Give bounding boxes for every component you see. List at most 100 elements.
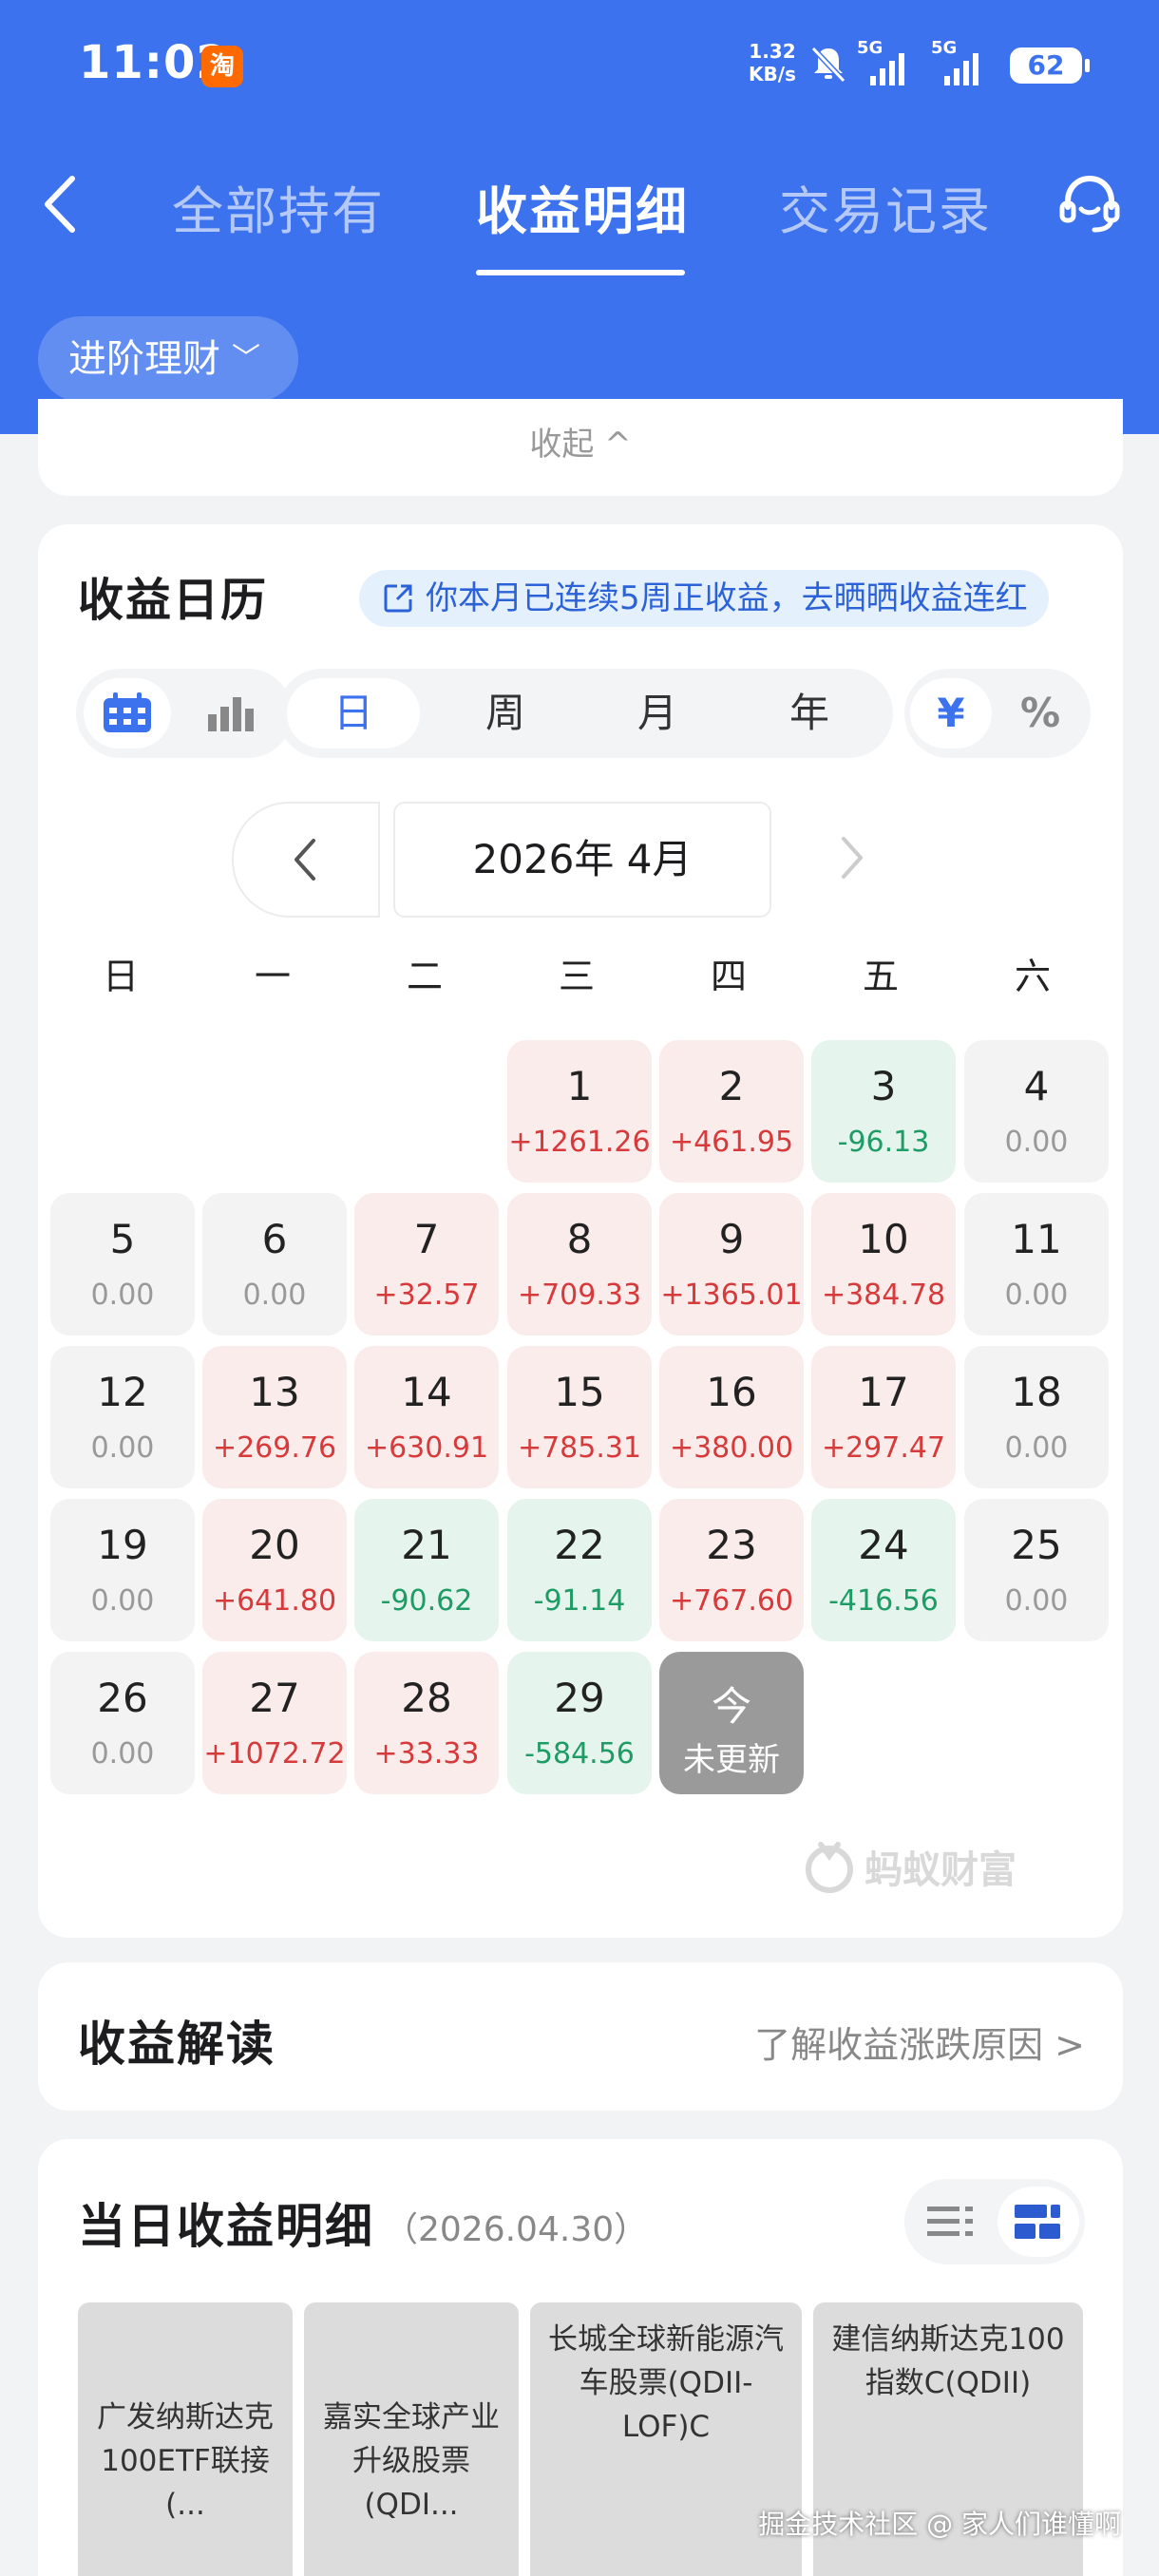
calendar-day[interactable]: 4 0.00 [964, 1040, 1109, 1183]
weekday-header: 二 [406, 956, 443, 997]
day-earnings: +641.80 [212, 1584, 337, 1618]
chevron-left-icon [294, 839, 315, 881]
app-header: 11:02 淘 1.32 KB/s 5G 5G 62 全部持有 收益明细 交易记… [0, 0, 1159, 434]
day-number: 21 [401, 1522, 452, 1568]
calendar-day[interactable]: 11 0.00 [964, 1193, 1109, 1335]
next-month-button[interactable] [804, 802, 889, 918]
calendar-day[interactable]: 15 +785.31 [507, 1346, 652, 1488]
calendar-day-today[interactable]: 今未更新 [659, 1652, 804, 1794]
prev-month-button[interactable] [232, 802, 380, 918]
day-number: 23 [706, 1522, 757, 1568]
calendar-day[interactable]: 10 +384.78 [811, 1193, 956, 1335]
day-number: 13 [249, 1369, 300, 1415]
day-number: 22 [554, 1522, 605, 1568]
bar-chart-icon [208, 697, 254, 731]
tab-earnings-detail[interactable]: 收益明细 [476, 169, 689, 244]
list-layout-button[interactable] [910, 2187, 992, 2257]
back-arrow-icon[interactable] [38, 171, 86, 237]
period-day[interactable]: 日 [287, 678, 420, 748]
calendar-day[interactable]: 17 +297.47 [811, 1346, 956, 1488]
product-selector[interactable]: 进阶理财 ﹀ [38, 316, 298, 402]
tab-all-holdings[interactable]: 全部持有 [172, 169, 385, 244]
calendar-day[interactable]: 25 0.00 [964, 1499, 1109, 1641]
period-year[interactable]: 年 [743, 678, 876, 748]
interpretation-link[interactable]: 了解收益涨跌原因 > [754, 2016, 1085, 2068]
calendar-day[interactable]: 3 -96.13 [811, 1040, 956, 1183]
day-number: 25 [1011, 1522, 1062, 1568]
calendar-day[interactable]: 26 0.00 [50, 1652, 195, 1794]
tile-grid-icon [1015, 2205, 1060, 2239]
period-week[interactable]: 周 [439, 678, 572, 748]
day-earnings: +1261.26 [508, 1126, 651, 1159]
calendar-day[interactable]: 13 +269.76 [202, 1346, 347, 1488]
detail-title: 当日收益明细 [78, 2199, 374, 2254]
calendar-day[interactable]: 22 -91.14 [507, 1499, 652, 1641]
calendar-day[interactable]: 2 +461.95 [659, 1040, 804, 1183]
day-number: 12 [97, 1369, 148, 1415]
calendar-day[interactable]: 5 0.00 [50, 1193, 195, 1335]
day-number: 3 [870, 1063, 897, 1109]
detail-date: （2026.04.30） [384, 2210, 649, 2249]
mute-bell-icon [810, 46, 846, 84]
calendar-day[interactable]: 29 -584.56 [507, 1652, 652, 1794]
day-earnings: -584.56 [524, 1737, 635, 1771]
day-number: 20 [249, 1522, 300, 1568]
unit-percent[interactable]: % [999, 678, 1081, 748]
day-earnings: +269.76 [212, 1431, 337, 1465]
day-earnings: 未更新 [683, 1741, 780, 1779]
day-earnings: +1072.72 [203, 1737, 346, 1771]
calendar-day[interactable]: 20 +641.80 [202, 1499, 347, 1641]
earnings-calendar-card: 收益日历 你本月已连续5周正收益，去晒晒收益连红 日 周 月 年 ¥ % 202… [38, 524, 1123, 1938]
calendar-day[interactable]: 19 0.00 [50, 1499, 195, 1641]
day-number: 5 [109, 1216, 136, 1262]
fund-tile[interactable]: 嘉实全球产业升级股票(QDI... [304, 2302, 519, 2576]
calendar-day[interactable]: 24 -416.56 [811, 1499, 956, 1641]
day-earnings: +1365.01 [660, 1279, 803, 1312]
calendar-day[interactable]: 28 +33.33 [354, 1652, 499, 1794]
tab-transactions[interactable]: 交易记录 [779, 169, 992, 244]
collapse-button[interactable]: 收起 ^ [38, 418, 1123, 464]
streak-share-banner[interactable]: 你本月已连续5周正收益，去晒晒收益连红 [359, 570, 1049, 627]
battery-icon: 62 [1010, 47, 1090, 84]
day-earnings: 0.00 [242, 1279, 307, 1312]
day-number: 10 [858, 1216, 909, 1262]
day-number: 28 [401, 1675, 452, 1721]
calendar-day[interactable]: 6 0.00 [202, 1193, 347, 1335]
day-earnings: +709.33 [517, 1279, 642, 1312]
day-earnings: -96.13 [837, 1126, 930, 1159]
day-number: 16 [706, 1369, 757, 1415]
day-number: 今 [711, 1683, 751, 1730]
calendar-day[interactable]: 9 +1365.01 [659, 1193, 804, 1335]
chart-view-button[interactable] [188, 678, 274, 748]
unit-amount[interactable]: ¥ [910, 678, 992, 748]
calendar-day[interactable]: 14 +630.91 [354, 1346, 499, 1488]
fund-tile[interactable]: 广发纳斯达克100ETF联接(... [78, 2302, 293, 2576]
current-month-label[interactable]: 2026年 4月 [393, 802, 771, 918]
weekday-header: 日 [102, 956, 139, 997]
customer-service-icon[interactable] [1054, 169, 1125, 239]
tile-layout-button[interactable] [998, 2187, 1079, 2257]
day-earnings: -416.56 [828, 1584, 939, 1618]
calendar-day[interactable]: 7 +32.57 [354, 1193, 499, 1335]
earnings-interpretation-card[interactable]: 收益解读 了解收益涨跌原因 > [38, 1962, 1123, 2111]
calendar-day[interactable]: 27 +1072.72 [202, 1652, 347, 1794]
view-mode-toggle [76, 669, 293, 758]
calendar-day[interactable]: 1 +1261.26 [507, 1040, 652, 1183]
active-tab-indicator [476, 270, 685, 275]
calendar-day[interactable]: 21 -90.62 [354, 1499, 499, 1641]
calendar-day[interactable]: 12 0.00 [50, 1346, 195, 1488]
day-number: 18 [1011, 1369, 1062, 1415]
calendar-view-button[interactable] [84, 678, 171, 748]
taobao-notification-icon: 淘 [201, 46, 243, 87]
day-earnings: 0.00 [1004, 1279, 1069, 1312]
calendar-day[interactable]: 8 +709.33 [507, 1193, 652, 1335]
chevron-right-icon [842, 837, 863, 879]
calendar-day[interactable]: 16 +380.00 [659, 1346, 804, 1488]
calendar-day[interactable]: 18 0.00 [964, 1346, 1109, 1488]
calendar-day[interactable]: 23 +767.60 [659, 1499, 804, 1641]
day-earnings: +461.95 [669, 1126, 794, 1159]
period-month[interactable]: 月 [591, 678, 724, 748]
day-earnings: +630.91 [364, 1431, 489, 1465]
day-earnings: 0.00 [90, 1737, 155, 1771]
day-earnings: +32.57 [373, 1279, 480, 1312]
